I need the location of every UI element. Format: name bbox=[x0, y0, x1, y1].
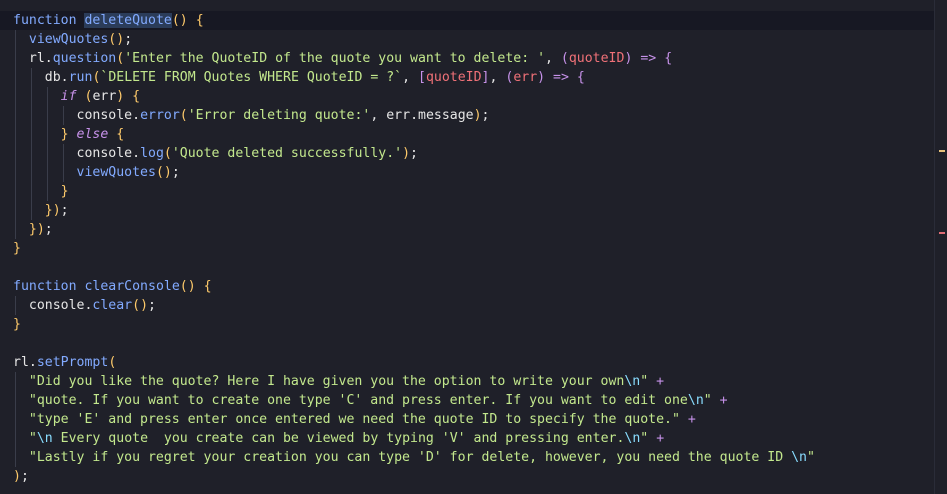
code-line[interactable]: rl.question('Enter the QuoteID of the qu… bbox=[0, 49, 935, 68]
code-line[interactable]: console.log('Quote deleted successfully.… bbox=[0, 144, 935, 163]
code-text: "type 'E' and press enter once entered w… bbox=[28, 412, 696, 427]
code-line[interactable]: "\n Every quote you create can be viewed… bbox=[0, 429, 935, 448]
code-text: if (err) { bbox=[60, 89, 141, 104]
code-line[interactable]: viewQuotes(); bbox=[0, 30, 935, 49]
editor-scrollbar[interactable] bbox=[934, 0, 947, 494]
code-text: viewQuotes(); bbox=[76, 165, 180, 180]
code-line[interactable] bbox=[0, 334, 935, 353]
code-line[interactable]: db.run(`DELETE FROM Quotes WHERE QuoteID… bbox=[0, 68, 935, 87]
code-text: "Lastly if you regret your creation you … bbox=[28, 450, 815, 465]
code-text: "quote. If you want to create one type '… bbox=[28, 393, 728, 408]
code-line[interactable]: console.clear(); bbox=[0, 296, 935, 315]
code-line[interactable]: } bbox=[0, 182, 935, 201]
code-line[interactable]: if (err) { bbox=[0, 87, 935, 106]
code-line[interactable]: "Lastly if you regret your creation you … bbox=[0, 448, 935, 467]
code-line[interactable]: } bbox=[0, 239, 935, 258]
code-line[interactable]: "type 'E' and press enter once entered w… bbox=[0, 410, 935, 429]
code-text: rl.question('Enter the QuoteID of the qu… bbox=[28, 51, 673, 66]
code-line[interactable]: }); bbox=[0, 201, 935, 220]
code-text: }); bbox=[44, 203, 69, 218]
code-line[interactable]: console.error('Error deleting quote:', e… bbox=[0, 106, 935, 125]
code-text: rl.setPrompt( bbox=[13, 355, 117, 370]
code-line[interactable]: }); bbox=[0, 220, 935, 239]
code-text: viewQuotes(); bbox=[28, 32, 133, 47]
code-text: } bbox=[60, 184, 69, 199]
code-line[interactable]: function clearConsole() { bbox=[0, 277, 935, 296]
code-text: db.run(`DELETE FROM Quotes WHERE QuoteID… bbox=[44, 70, 585, 85]
scrollbar-marker-change bbox=[939, 150, 945, 152]
code-line[interactable]: viewQuotes(); bbox=[0, 163, 935, 182]
code-text: "\n Every quote you create can be viewed… bbox=[28, 431, 665, 446]
code-text: function clearConsole() { bbox=[13, 279, 212, 294]
code-text: console.log('Quote deleted successfully.… bbox=[76, 146, 418, 161]
code-line[interactable]: "quote. If you want to create one type '… bbox=[0, 391, 935, 410]
code-text: } bbox=[13, 317, 21, 332]
code-text: } else { bbox=[60, 127, 125, 142]
code-editor[interactable]: function deleteQuote() { viewQuotes(); r… bbox=[0, 0, 947, 494]
code-text: console.error('Error deleting quote:', e… bbox=[76, 108, 490, 123]
code-line[interactable]: "Did you like the quote? Here I have giv… bbox=[0, 372, 935, 391]
code-text: function deleteQuote() { bbox=[13, 13, 204, 28]
code-line[interactable]: rl.setPrompt( bbox=[0, 353, 935, 372]
code-line[interactable]: ); bbox=[0, 467, 935, 486]
code-text: } bbox=[13, 241, 21, 256]
code-text: ); bbox=[13, 469, 29, 484]
code-line[interactable]: function deleteQuote() { bbox=[0, 11, 935, 30]
code-line[interactable] bbox=[0, 258, 935, 277]
scrollbar-marker-error bbox=[939, 232, 945, 234]
code-text: "Did you like the quote? Here I have giv… bbox=[28, 374, 665, 389]
code-line[interactable]: } else { bbox=[0, 125, 935, 144]
code-line[interactable]: } bbox=[0, 315, 935, 334]
code-text: console.clear(); bbox=[28, 298, 156, 313]
code-text: }); bbox=[28, 222, 53, 237]
